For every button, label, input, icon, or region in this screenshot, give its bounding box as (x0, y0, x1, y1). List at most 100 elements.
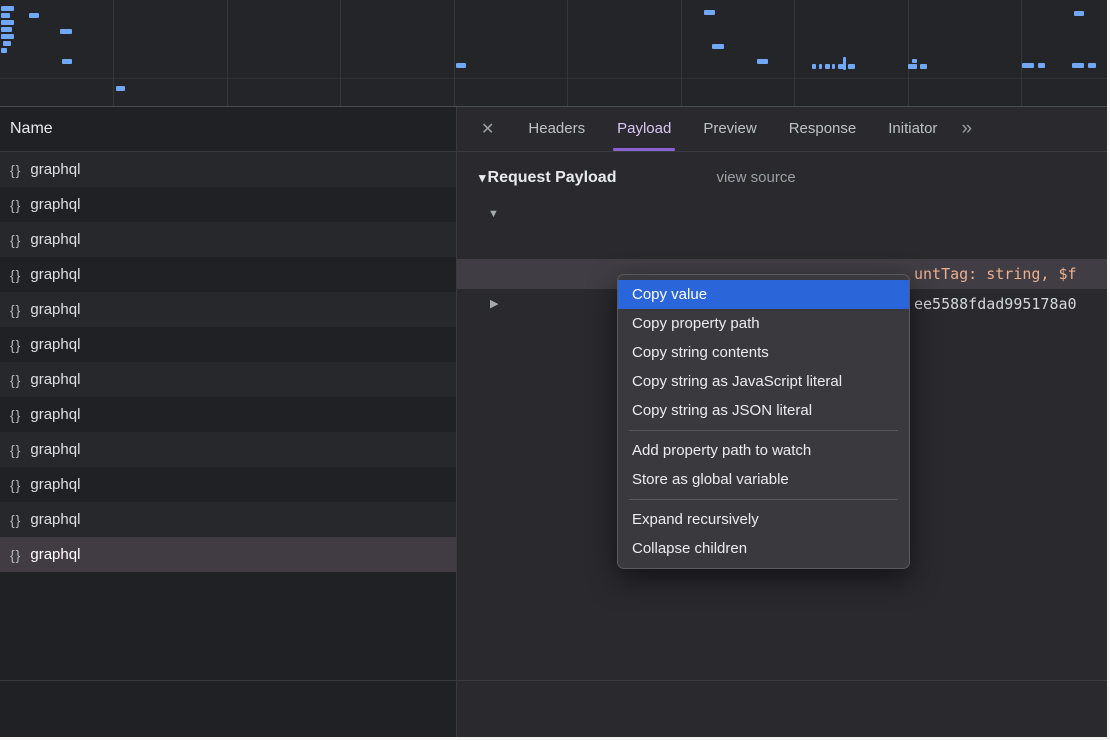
timeline-activity-bar (62, 59, 72, 64)
json-braces-icon: {} (10, 477, 21, 493)
json-braces-icon: {} (10, 337, 21, 353)
timeline-activity-bar (1, 20, 14, 25)
timeline-gridline (340, 0, 341, 106)
request-name-label: graphql (30, 266, 80, 283)
request-name-label: graphql (30, 476, 80, 493)
devtools-window: Name {} graphql {} graphql {} graphql {} graphq… (0, 0, 1107, 737)
timeline-activity-bar (848, 64, 855, 69)
context-menu-item[interactable]: Store as global variable (618, 465, 909, 494)
timeline-gridline (1021, 0, 1022, 106)
request-name-label: graphql (30, 406, 80, 423)
request-row[interactable]: {} graphql (0, 362, 456, 397)
request-row[interactable]: {} graphql (0, 537, 456, 572)
view-source-link[interactable]: view source (716, 169, 795, 186)
request-row[interactable]: {} graphql (0, 292, 456, 327)
context-menu: Copy valueCopy property pathCopy string … (617, 274, 910, 569)
request-row[interactable]: {} graphql (0, 397, 456, 432)
timeline-activity-bar (1022, 63, 1034, 68)
timeline-gridline (567, 0, 568, 106)
requests-column-header-name[interactable]: Name (0, 107, 456, 152)
tab-headers[interactable]: Headers (512, 107, 601, 151)
requests-panel: Name {} graphql {} graphql {} graphql {} graphq… (0, 107, 456, 737)
request-name-label: graphql (30, 546, 80, 563)
json-braces-icon: {} (10, 162, 21, 178)
timeline-activity-bar (1, 34, 14, 39)
json-braces-icon: {} (10, 302, 21, 318)
timeline-activity-bar (1, 13, 10, 18)
timeline-gridline (908, 0, 909, 106)
json-braces-icon: {} (10, 512, 21, 528)
context-menu-item[interactable]: Copy property path (618, 309, 909, 338)
context-menu-item[interactable]: Collapse children (618, 534, 909, 563)
close-details-button[interactable]: ✕ (469, 119, 506, 139)
timeline-activity-bar (1038, 63, 1045, 68)
timeline-gridline (227, 0, 228, 106)
request-row[interactable]: {} graphql (0, 152, 456, 187)
payload-root-node[interactable]: ▼{operationName: "ipFlowTimeseries", var… (457, 199, 1107, 229)
expanded-triangle-icon[interactable]: ▼ (488, 199, 499, 229)
tab-response[interactable]: Response (773, 107, 873, 151)
more-tabs-button[interactable]: » (961, 118, 972, 140)
tab-initiator[interactable]: Initiator (872, 107, 953, 151)
timeline-activity-bar (60, 29, 72, 34)
timeline-activity-bar (1, 27, 12, 32)
request-name-label: graphql (30, 231, 80, 248)
timeline-activity-bar (757, 59, 768, 64)
request-row[interactable]: {} graphql (0, 327, 456, 362)
request-name-label: graphql (30, 301, 80, 318)
json-braces-icon: {} (10, 547, 21, 563)
json-braces-icon: {} (10, 407, 21, 423)
menu-separator (629, 430, 898, 431)
payload-operationname-row[interactable]: operationName: "ipFlowTimeseries" (457, 229, 1107, 259)
json-braces-icon: {} (10, 232, 21, 248)
json-braces-icon: {} (10, 197, 21, 213)
timeline-gridline (113, 0, 114, 106)
request-row[interactable]: {} graphql (0, 467, 456, 502)
timeline-activity-bar (832, 64, 835, 69)
tab-preview[interactable]: Preview (687, 107, 772, 151)
timeline-activity-bar (825, 64, 830, 69)
network-overview-timeline[interactable] (0, 0, 1107, 107)
timeline-activity-bar (912, 59, 917, 63)
collapsed-triangle-icon[interactable]: ▶ (490, 289, 498, 319)
bottom-divider (0, 680, 1107, 681)
context-menu-item[interactable]: Copy string contents (618, 338, 909, 367)
timeline-activity-bar (29, 13, 39, 18)
request-name-label: graphql (30, 336, 80, 353)
request-row[interactable]: {}graphql (0, 187, 456, 222)
tab-payload[interactable]: Payload (601, 107, 687, 151)
timeline-gridline (681, 0, 682, 106)
context-menu-item[interactable]: Expand recursively (618, 505, 909, 534)
query-string-clipped-fragment: untTag: string, $f (914, 259, 1077, 289)
context-menu-item[interactable]: Copy string as JSON literal (618, 396, 909, 425)
timeline-activity-bar (1, 6, 14, 11)
request-row[interactable]: {} graphql (0, 502, 456, 537)
timeline-activity-bar (456, 63, 466, 68)
timeline-activity-bar (116, 86, 125, 91)
request-row[interactable]: {} graphql (0, 432, 456, 467)
json-braces-icon: {} (10, 442, 21, 458)
section-expanded-triangle-icon: ▾ (479, 170, 486, 185)
request-name-label: graphql (30, 511, 80, 528)
request-name-label: graphql (30, 161, 80, 178)
timeline-gridline (794, 0, 795, 106)
request-payload-section-title[interactable]: ▾Request Payload (479, 169, 616, 187)
request-name-label: graphql (30, 371, 80, 388)
request-payload-header: ▾Request Payload view source (479, 169, 1107, 187)
json-braces-icon: {} (10, 372, 21, 388)
timeline-activity-bar (920, 64, 927, 69)
request-name-label: graphql (30, 441, 80, 458)
timeline-activity-bar (3, 41, 11, 46)
context-menu-item[interactable]: Copy string as JavaScript literal (618, 367, 909, 396)
variables-preview-clipped-fragment: ee5588fdad995178a0 (914, 289, 1077, 319)
timeline-activity-bar (908, 64, 917, 69)
json-braces-icon: {} (10, 267, 21, 283)
timeline-activity-bar (1, 48, 7, 53)
request-row[interactable]: {} graphql (0, 222, 456, 257)
timeline-activity-bar (712, 44, 724, 49)
timeline-activity-bar (1074, 11, 1084, 16)
context-menu-item[interactable]: Copy value (618, 280, 909, 309)
context-menu-item[interactable]: Add property path to watch (618, 436, 909, 465)
timeline-activity-bar (843, 57, 846, 70)
request-row[interactable]: {} graphql (0, 257, 456, 292)
